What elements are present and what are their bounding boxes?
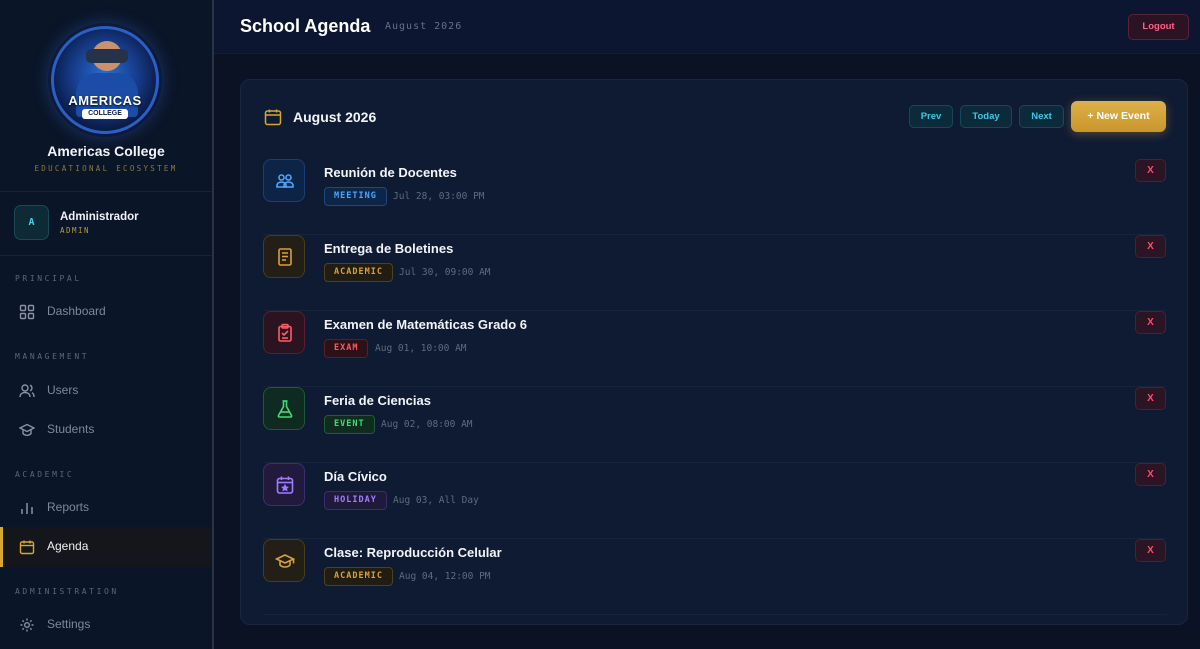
event-time: Aug 01, 10:00 AM [375, 343, 467, 354]
today-button[interactable]: Today [960, 105, 1012, 128]
delete-event-button[interactable]: X [1135, 235, 1166, 258]
calendar-icon [19, 540, 35, 555]
brand-name: Americas College [47, 143, 165, 159]
sidebar-item-students[interactable]: Students [0, 410, 212, 450]
event-time: Jul 28, 03:00 PM [393, 191, 485, 202]
event-type-badge: ACADEMIC [324, 567, 393, 586]
delete-event-button[interactable]: X [1135, 463, 1166, 486]
agenda-header: August 2026 Prev Today Next + New Event [241, 80, 1187, 150]
event-title: Feria de Ciencias [324, 393, 431, 408]
delete-event-button[interactable]: X [1135, 159, 1166, 182]
college-logo: AMERICAS COLLEGE [51, 26, 159, 134]
prev-button[interactable]: Prev [909, 105, 953, 128]
event-type-badge: MEETING [324, 187, 387, 206]
new-event-button[interactable]: + New Event [1071, 101, 1166, 132]
calendar-icon [264, 109, 282, 126]
logo-text: AMERICAS [68, 93, 142, 108]
sidebar-item-agenda[interactable]: Agenda [0, 527, 212, 567]
event-time: Jul 30, 09:00 AM [399, 267, 491, 278]
delete-event-button[interactable]: X [1135, 539, 1166, 562]
page-subtitle: August 2026 [385, 21, 463, 32]
users-icon [19, 384, 35, 398]
delete-event-button[interactable]: X [1135, 311, 1166, 334]
logo-subtext: COLLEGE [82, 109, 128, 119]
clipboard-icon [278, 323, 292, 342]
event-item[interactable]: Feria de Ciencias EVENT Aug 02, 08:00 AM… [263, 387, 1167, 463]
grid-icon [19, 304, 35, 320]
event-item[interactable]: Clase: Reproducción Celular ACADEMIC Aug… [263, 539, 1167, 615]
event-time: Aug 02, 08:00 AM [381, 419, 473, 430]
logout-button[interactable]: Logout [1128, 14, 1189, 40]
graduation-cap-icon [19, 423, 35, 437]
calendar-star-icon [276, 476, 294, 494]
event-type-badge: ACADEMIC [324, 263, 393, 282]
flask-icon [277, 400, 293, 418]
sidebar-item-label: Agenda [47, 539, 89, 553]
sidebar-item-label: Dashboard [47, 304, 106, 318]
sidebar-item-users[interactable]: Users [0, 371, 212, 411]
avatar: A [14, 205, 49, 240]
agenda-card: August 2026 Prev Today Next + New Event … [240, 79, 1188, 625]
top-bar: School Agenda August 2026 Logout [214, 0, 1200, 54]
section-label-academic: ACADEMIC [15, 470, 75, 479]
section-label-management: MANAGEMENT [15, 352, 90, 361]
brand-block: AMERICAS COLLEGE Americas College EDUCAT… [0, 0, 212, 192]
sidebar-item-dashboard[interactable]: Dashboard [0, 292, 212, 332]
sidebar-item-label: Settings [47, 617, 91, 631]
user-name: Administrador [60, 211, 139, 223]
event-item[interactable]: Reunión de Docentes MEETING Jul 28, 03:0… [263, 159, 1167, 235]
sidebar-item-label: Reports [47, 500, 90, 514]
page-title: School Agenda [240, 16, 371, 36]
sidebar: AMERICAS COLLEGE Americas College EDUCAT… [0, 0, 214, 649]
user-profile[interactable]: A Administrador ADMIN [0, 192, 212, 256]
gear-icon [20, 618, 34, 632]
sidebar-item-label: Students [47, 422, 95, 436]
event-type-badge: HOLIDAY [324, 491, 387, 510]
brand-tagline: EDUCATIONAL ECOSYSTEM [34, 164, 178, 173]
event-type-badge: EVENT [324, 415, 375, 434]
sidebar-item-settings[interactable]: Settings [0, 605, 212, 645]
event-title: Entrega de Boletines [324, 241, 454, 256]
bar-chart-icon [21, 503, 33, 514]
section-label-administration: ADMINISTRATION [15, 587, 119, 596]
event-item[interactable]: Examen de Matemáticas Grado 6 EXAM Aug 0… [263, 311, 1167, 387]
users-icon [276, 174, 294, 188]
event-item[interactable]: Entrega de Boletines ACADEMIC Jul 30, 09… [263, 235, 1167, 311]
event-type-badge: EXAM [324, 339, 369, 358]
sidebar-item-label: Users [47, 383, 79, 397]
event-title: Día Cívico [324, 469, 387, 484]
delete-event-button[interactable]: X [1135, 387, 1166, 410]
event-item[interactable]: Día Cívico HOLIDAY Aug 03, All Day X [263, 463, 1167, 539]
event-time: Aug 03, All Day [393, 495, 479, 506]
graduation-cap-icon [275, 554, 295, 568]
event-title: Examen de Matemáticas Grado 6 [324, 317, 528, 332]
event-title: Reunión de Docentes [324, 165, 457, 180]
event-time: Aug 04, 12:00 PM [399, 571, 491, 582]
document-icon [278, 248, 292, 266]
sidebar-item-reports[interactable]: Reports [0, 488, 212, 528]
month-title: August 2026 [293, 109, 377, 125]
user-role: ADMIN [60, 226, 91, 235]
event-title: Clase: Reproducción Celular [324, 545, 502, 560]
section-label-principal: PRINCIPAL [15, 274, 82, 283]
next-button[interactable]: Next [1019, 105, 1064, 128]
